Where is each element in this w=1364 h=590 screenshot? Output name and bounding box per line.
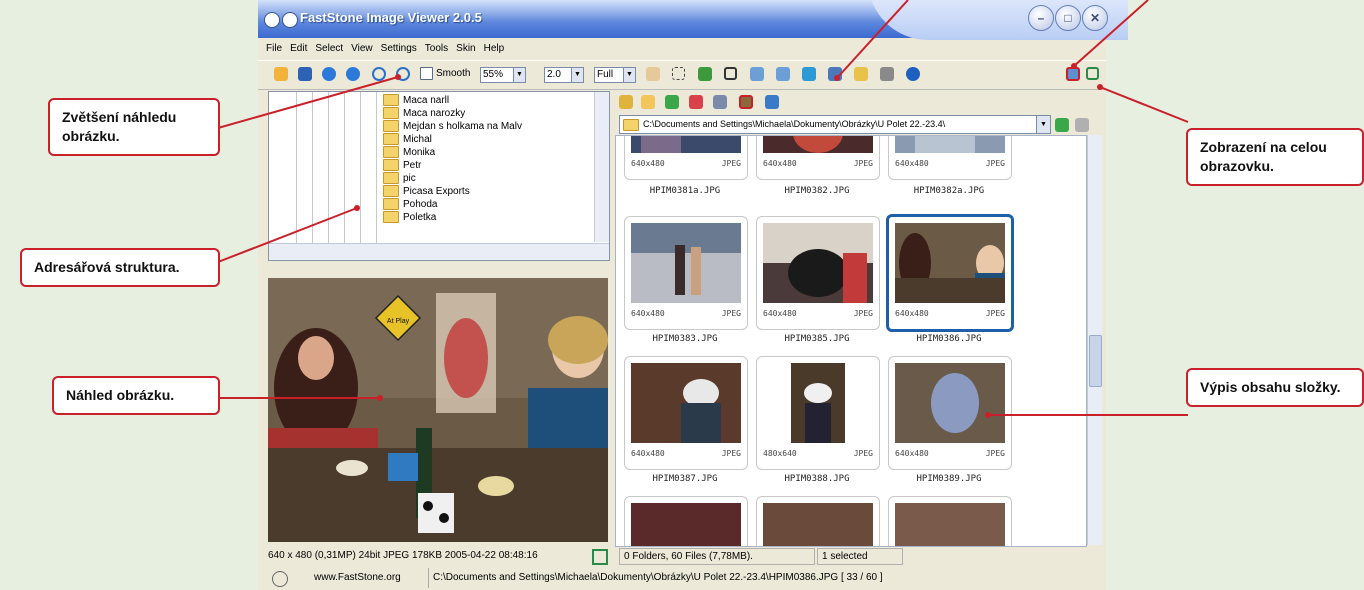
callout-preview: Náhled obrázku. — [52, 376, 220, 415]
callout-fullscreen: Zobrazení na celou obrazovku. — [1186, 128, 1364, 186]
callout-tree: Adresářová struktura. — [20, 248, 220, 287]
callout-zoom: Zvětšení náhledu obrázku. — [48, 98, 220, 156]
callout-lines — [217, 0, 1189, 418]
callout-listing: Výpis obsahu složky. — [1186, 368, 1364, 407]
